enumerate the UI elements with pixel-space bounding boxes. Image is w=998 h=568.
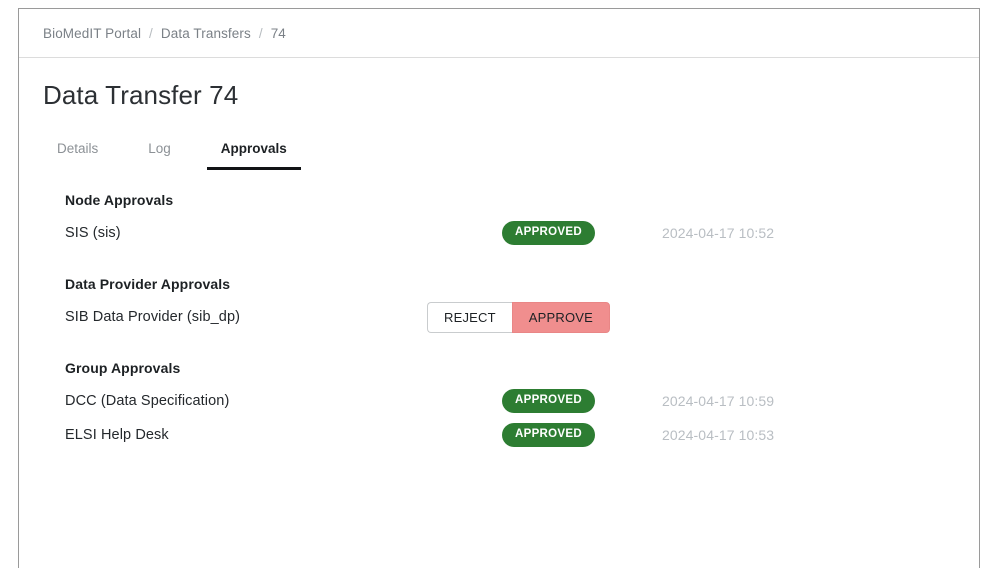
section-group-approvals: Group Approvals DCC (Data Specification)…: [43, 360, 955, 452]
breadcrumb: BioMedIT Portal / Data Transfers / 74: [43, 26, 286, 41]
breadcrumb-item-current: 74: [270, 25, 286, 41]
page-title: Data Transfer 74: [43, 80, 239, 110]
breadcrumb-bar: BioMedIT Portal / Data Transfers / 74: [19, 9, 979, 58]
breadcrumb-separator: /: [149, 25, 153, 41]
approval-row: DCC (Data Specification) APPROVED 2024-0…: [65, 384, 955, 418]
approval-row: SIS (sis) APPROVED 2024-04-17 10:52: [65, 216, 955, 250]
tab-log[interactable]: Log: [134, 141, 185, 170]
approval-button-group: REJECT APPROVE: [427, 301, 611, 333]
section-title: Data Provider Approvals: [65, 276, 231, 292]
approval-timestamp: 2024-04-17 10:53: [662, 427, 775, 443]
page-card: BioMedIT Portal / Data Transfers / 74 Da…: [18, 8, 980, 568]
approval-entity-label: DCC (Data Specification): [65, 393, 230, 409]
breadcrumb-item-data-transfers[interactable]: Data Transfers: [161, 26, 251, 41]
content-area: Data Transfer 74 Details Log Approvals N…: [19, 80, 979, 452]
approve-button[interactable]: APPROVE: [511, 301, 611, 333]
section-node-approvals: Node Approvals SIS (sis) APPROVED 2024-0…: [43, 192, 955, 250]
breadcrumb-separator: /: [258, 25, 263, 41]
approval-timestamp: 2024-04-17 10:52: [662, 225, 775, 241]
approval-action: APPROVED: [502, 221, 662, 245]
approval-timestamp: 2024-04-17 10:59: [662, 393, 775, 409]
approval-entity-label: ELSI Help Desk: [65, 427, 169, 443]
status-badge-approved: APPROVED: [502, 389, 595, 413]
section-data-provider-approvals: Data Provider Approvals SIB Data Provide…: [43, 276, 955, 334]
approval-action: REJECT APPROVE: [427, 301, 662, 333]
section-title: Node Approvals: [65, 192, 174, 208]
approval-entity-label: SIS (sis): [65, 225, 121, 241]
section-title: Group Approvals: [65, 360, 181, 376]
approval-row: ELSI Help Desk APPROVED 2024-04-17 10:53: [65, 418, 955, 452]
approval-action: APPROVED: [502, 423, 662, 447]
approval-row: SIB Data Provider (sib_dp) REJECT APPROV…: [65, 300, 955, 334]
tab-bar: Details Log Approvals: [43, 133, 955, 170]
approval-action: APPROVED: [502, 389, 662, 413]
status-badge-approved: APPROVED: [502, 221, 595, 245]
tab-details[interactable]: Details: [43, 141, 112, 170]
tab-approvals[interactable]: Approvals: [206, 141, 301, 170]
breadcrumb-item-portal[interactable]: BioMedIT Portal: [43, 26, 141, 41]
status-badge-approved: APPROVED: [502, 423, 595, 447]
approvals-sections: Node Approvals SIS (sis) APPROVED 2024-0…: [43, 192, 955, 452]
reject-button[interactable]: REJECT: [427, 301, 512, 333]
